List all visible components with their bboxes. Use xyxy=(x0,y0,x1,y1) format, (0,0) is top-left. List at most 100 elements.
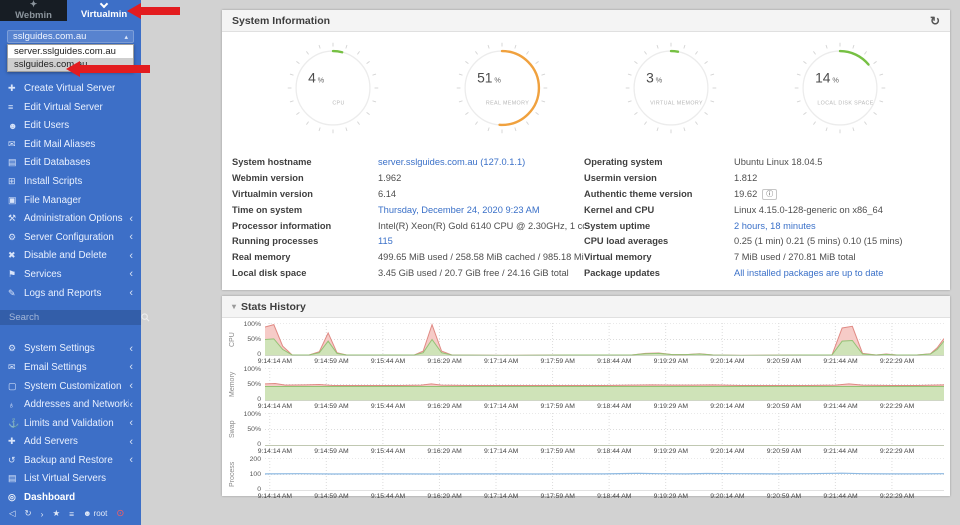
info-value: 1.812 xyxy=(734,171,940,187)
backup-and-restore-icon: ↺ xyxy=(8,455,24,466)
sidebar-item-system-customization[interactable]: ▢System Customization‹ xyxy=(0,377,141,396)
sidebar-item-logs-and-reports[interactable]: ✎Logs and Reports‹ xyxy=(0,284,141,303)
submenu-chevron-icon: ‹ xyxy=(129,288,133,298)
sidebar-item-limits-and-validation[interactable]: ⚓Limits and Validation‹ xyxy=(0,414,141,433)
sidebar-search xyxy=(0,310,141,324)
sidebar-item-edit-users[interactable]: ☻Edit Users xyxy=(0,116,141,135)
search-icon[interactable] xyxy=(141,313,150,322)
sidebar-item-list-virtual-servers[interactable]: ▤List Virtual Servers xyxy=(0,470,141,489)
sidebar-item-label: Edit Databases xyxy=(24,157,90,168)
refresh-icon[interactable]: ↻ xyxy=(25,508,32,519)
refresh-icon[interactable]: ↻ xyxy=(930,14,940,28)
chart-plot-area xyxy=(265,368,944,401)
chart-plot-area xyxy=(265,323,944,356)
system-info-table: System hostnameserver.sslguides.com.au (… xyxy=(222,147,950,290)
sidebar-item-services[interactable]: ⚑Services‹ xyxy=(0,265,141,284)
sidebar-item-administration-options[interactable]: ⚒Administration Options‹ xyxy=(0,209,141,228)
edit-databases-icon: ▤ xyxy=(8,157,24,168)
y-tick-label: 50% xyxy=(247,381,261,388)
terminal-icon[interactable]: › xyxy=(41,509,44,519)
collapse-sidebar-icon[interactable]: ◁ xyxy=(9,508,16,519)
administration-options-icon: ⚒ xyxy=(8,213,24,224)
info-badge-icon[interactable]: ⓘ xyxy=(762,189,777,200)
power-icon[interactable]: ⊙ xyxy=(116,508,124,519)
sidebar-item-server-configuration[interactable]: ⚙Server Configuration‹ xyxy=(0,228,141,247)
x-tick-label: 9:16:29 AM xyxy=(427,403,461,410)
collapse-caret-icon[interactable]: ▾ xyxy=(232,302,236,311)
system-information-header: System Information ↻ xyxy=(222,10,950,32)
sidebar: ✦ Webmin Virtualmin sslguides.com.au ▴ s… xyxy=(0,0,141,525)
user-icon: ☻ xyxy=(83,509,91,518)
info-value-link[interactable]: Thursday, December 24, 2020 9:23 AM xyxy=(378,203,584,219)
sidebar-item-label: List Virtual Servers xyxy=(24,473,106,484)
sidebar-menu-top: ✚Create Virtual Server≡Edit Virtual Serv… xyxy=(0,79,141,302)
chart-x-axis: 9:14:14 AM9:14:59 AM9:15:44 AM9:16:29 AM… xyxy=(265,356,944,367)
edit-users-icon: ☻ xyxy=(8,121,24,131)
sidebar-item-addresses-and-networking[interactable]: ♁Addresses and Networking‹ xyxy=(0,395,141,414)
stats-history-title: Stats History xyxy=(241,301,306,313)
navigation-icon[interactable]: ≡ xyxy=(69,509,74,519)
sidebar-item-edit-virtual-server[interactable]: ≡Edit Virtual Server xyxy=(0,98,141,117)
submenu-chevron-icon: ‹ xyxy=(129,418,133,428)
system-settings-icon: ⚙ xyxy=(8,343,24,354)
gauge-virtual-memory: 3%VIRTUAL MEMORY xyxy=(621,40,721,141)
sidebar-item-edit-mail-aliases[interactable]: ✉Edit Mail Aliases xyxy=(0,135,141,154)
y-tick-label: 100% xyxy=(244,411,261,418)
y-tick-label: 100% xyxy=(244,366,261,373)
gauge-local-disk-space: 14%LOCAL DISK SPACE xyxy=(790,40,890,141)
y-tick-label: 0 xyxy=(257,351,261,358)
file-manager-icon: ▣ xyxy=(8,195,24,206)
info-value-link[interactable]: 115 xyxy=(378,234,584,250)
info-value-link[interactable]: 2 hours, 18 minutes xyxy=(734,219,940,235)
info-label: Virtual memory xyxy=(584,250,734,266)
info-value: 0.25 (1 min) 0.21 (5 mins) 0.10 (15 mins… xyxy=(734,234,940,250)
sidebar-item-backup-and-restore[interactable]: ↺Backup and Restore‹ xyxy=(0,451,141,470)
sidebar-item-add-servers[interactable]: ✚Add Servers‹ xyxy=(0,432,141,451)
email-settings-icon: ✉ xyxy=(8,362,24,373)
sidebar-item-file-manager[interactable]: ▣File Manager xyxy=(0,191,141,210)
x-tick-label: 9:20:14 AM xyxy=(710,493,744,500)
y-tick-label: 100 xyxy=(250,471,261,478)
info-value: Ubuntu Linux 18.04.5 xyxy=(734,155,940,171)
x-tick-label: 9:17:59 AM xyxy=(541,403,575,410)
sidebar-item-edit-databases[interactable]: ▤Edit Databases xyxy=(0,154,141,173)
sidebar-item-disable-and-delete[interactable]: ✖Disable and Delete‹ xyxy=(0,247,141,266)
sidebar-item-label: Edit Users xyxy=(24,120,69,131)
sidebar-item-create-virtual-server[interactable]: ✚Create Virtual Server xyxy=(0,79,141,98)
domain-select[interactable]: sslguides.com.au ▴ xyxy=(7,30,134,43)
sidebar-item-system-settings[interactable]: ⚙System Settings‹ xyxy=(0,340,141,359)
chart-y-axis: 2001000 xyxy=(239,458,265,491)
sidebar-item-label: Edit Mail Aliases xyxy=(24,139,95,150)
x-tick-label: 9:20:14 AM xyxy=(710,403,744,410)
x-tick-label: 9:16:29 AM xyxy=(427,358,461,365)
x-tick-label: 9:21:44 AM xyxy=(823,493,857,500)
info-value: 19.62ⓘ xyxy=(734,187,940,203)
info-label: Processor information xyxy=(232,219,378,235)
sidebar-item-email-settings[interactable]: ✉Email Settings‹ xyxy=(0,358,141,377)
info-label: Running processes xyxy=(232,234,378,250)
chart-axis-label: Swap xyxy=(226,413,239,446)
x-tick-label: 9:16:29 AM xyxy=(427,493,461,500)
chart-axis-label: CPU xyxy=(226,323,239,356)
logged-in-user[interactable]: ☻root xyxy=(83,509,107,518)
dropdown-option-server-sslguides-com-au[interactable]: server.sslguides.com.au xyxy=(8,45,133,58)
sidebar-item-label: File Manager xyxy=(24,195,81,206)
system-information-panel: System Information ↻ 4%CPU51%REAL MEMORY… xyxy=(222,10,950,290)
x-tick-label: 9:19:29 AM xyxy=(654,493,688,500)
create-virtual-server-icon: ✚ xyxy=(8,83,24,94)
y-tick-label: 0 xyxy=(257,486,261,493)
svg-text:REAL MEMORY: REAL MEMORY xyxy=(485,101,528,107)
info-label: System hostname xyxy=(232,155,378,171)
sidebar-item-label: System Settings xyxy=(24,343,95,354)
info-value-link[interactable]: server.sslguides.com.au (127.0.1.1) xyxy=(378,155,584,171)
tab-webmin[interactable]: ✦ Webmin xyxy=(0,0,67,21)
sidebar-item-install-scripts[interactable]: ⊞Install Scripts xyxy=(0,172,141,191)
sidebar-item-dashboard[interactable]: ◎Dashboard xyxy=(0,488,141,507)
info-value-link[interactable]: All installed packages are up to date xyxy=(734,266,940,282)
favorites-icon[interactable]: ★ xyxy=(53,508,61,519)
sidebar-search-input[interactable] xyxy=(9,312,141,323)
x-tick-label: 9:17:59 AM xyxy=(541,358,575,365)
chart-cpu: CPU100%50%09:14:14 AM9:14:59 AM9:15:44 A… xyxy=(226,323,944,367)
x-tick-label: 9:20:14 AM xyxy=(710,358,744,365)
y-tick-label: 50% xyxy=(247,426,261,433)
